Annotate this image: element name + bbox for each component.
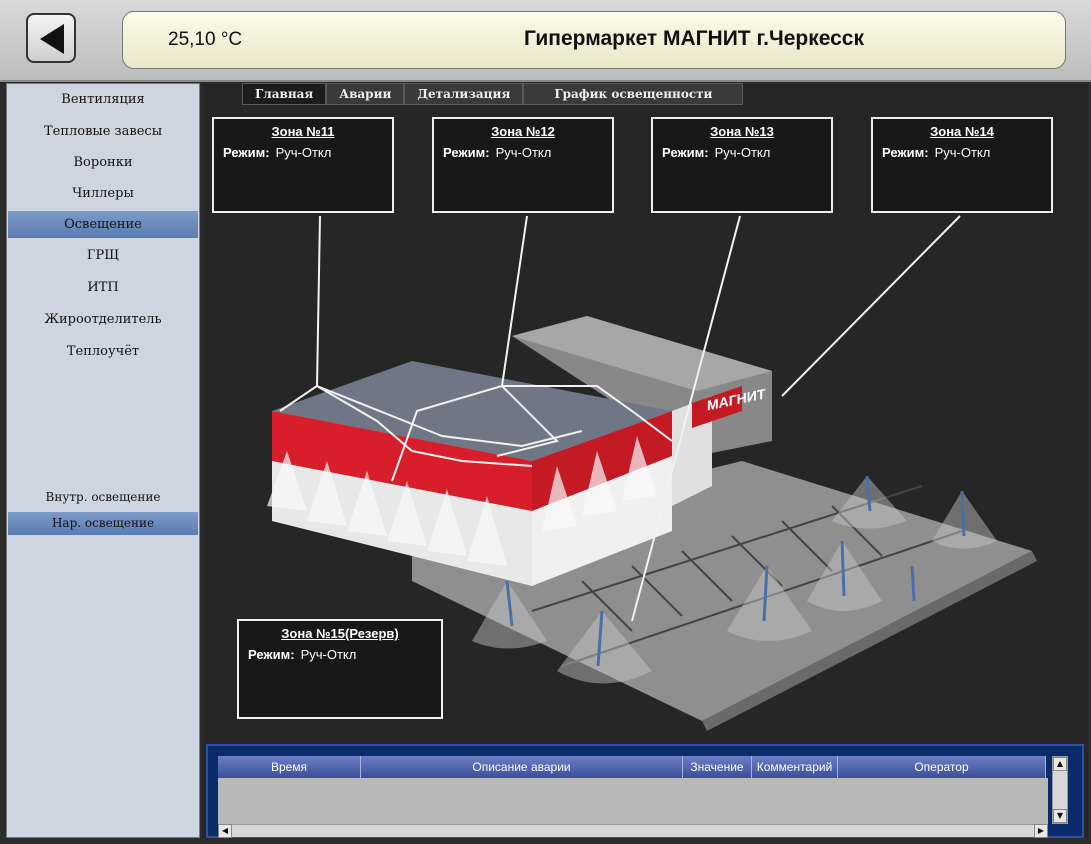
lighting-scene: МАГНИТ Зона №11 Режим: Руч-Откл Зона №12…: [202, 111, 1088, 741]
header: 25,10 °C Гипермаркет МАГНИТ г.Черкесск: [0, 0, 1091, 82]
sidebar: Вентиляция Тепловые завесы Воронки Чилле…: [6, 83, 200, 838]
mode-value: Руч-Откл: [300, 647, 357, 662]
tab-alarms[interactable]: Аварии: [326, 83, 405, 105]
alarm-table-body[interactable]: [218, 778, 1048, 824]
scroll-down-arrow-icon[interactable]: ▼: [1053, 809, 1067, 823]
column-time[interactable]: Время: [218, 756, 361, 778]
sidebar-sub-indoor-lighting[interactable]: Внутр. освещение: [8, 486, 198, 509]
mode-label: Режим:: [443, 145, 490, 160]
alarm-table-header: Время Описание аварии Значение Комментар…: [218, 756, 1046, 778]
horizontal-scrollbar[interactable]: ◀ ▶: [218, 824, 1048, 838]
zone-12-panel[interactable]: Зона №12 Режим: Руч-Откл: [432, 117, 614, 213]
mode-value: Руч-Откл: [275, 145, 332, 160]
mode-value: Руч-Откл: [714, 145, 771, 160]
mode-label: Режим:: [223, 145, 270, 160]
tab-details[interactable]: Детализация: [404, 83, 524, 105]
sidebar-item-lighting[interactable]: Освещение: [8, 211, 198, 238]
sidebar-item-ventilation[interactable]: Вентиляция: [8, 86, 198, 113]
sidebar-item-chillers[interactable]: Чиллеры: [8, 180, 198, 207]
zone-11-panel[interactable]: Зона №11 Режим: Руч-Откл: [212, 117, 394, 213]
zone-title: Зона №15(Резерв): [281, 626, 399, 641]
vertical-scrollbar[interactable]: ▲ ▼: [1052, 756, 1068, 824]
zone-mode: Режим: Руч-Откл: [248, 647, 441, 662]
column-operator[interactable]: Оператор: [838, 756, 1046, 778]
tab-bar: Главная Аварии Детализация График освеще…: [242, 83, 744, 105]
sidebar-item-heat-metering[interactable]: Теплоучёт: [8, 338, 198, 365]
tab-illumination-chart[interactable]: График освещенности: [523, 83, 744, 105]
alarm-table: Время Описание аварии Значение Комментар…: [206, 744, 1084, 838]
zone-13-panel[interactable]: Зона №13 Режим: Руч-Откл: [651, 117, 833, 213]
mode-value: Руч-Откл: [495, 145, 552, 160]
mode-value: Руч-Откл: [934, 145, 991, 160]
zone-14-panel[interactable]: Зона №14 Режим: Руч-Откл: [871, 117, 1053, 213]
temperature-readout: 25,10 °C: [168, 29, 243, 50]
column-alarm-description[interactable]: Описание аварии: [361, 756, 683, 778]
mode-label: Режим:: [248, 647, 295, 662]
scroll-right-arrow-icon[interactable]: ▶: [1034, 824, 1048, 838]
zone-title: Зона №14: [930, 124, 994, 139]
back-button[interactable]: [26, 13, 76, 63]
tab-main[interactable]: Главная: [242, 83, 327, 105]
zone-mode: Режим: Руч-Откл: [443, 145, 612, 160]
zone-mode: Режим: Руч-Откл: [882, 145, 1051, 160]
mode-label: Режим:: [882, 145, 929, 160]
zone-title: Зона №11: [271, 124, 335, 139]
sidebar-sub-outdoor-lighting[interactable]: Нар. освещение: [8, 512, 198, 535]
sidebar-item-funnels[interactable]: Воронки: [8, 149, 198, 176]
column-comment[interactable]: Комментарий: [752, 756, 838, 778]
title-panel: 25,10 °C Гипермаркет МАГНИТ г.Черкесск: [122, 11, 1066, 69]
sidebar-item-grease-separator[interactable]: Жироотделитель: [8, 306, 198, 333]
sidebar-item-grsh[interactable]: ГРЩ: [8, 242, 198, 269]
page-title: Гипермаркет МАГНИТ г.Черкесск: [523, 27, 864, 50]
sidebar-item-air-curtains[interactable]: Тепловые завесы: [8, 118, 198, 145]
zone-mode: Режим: Руч-Откл: [223, 145, 392, 160]
zone-15-reserve-panel[interactable]: Зона №15(Резерв) Режим: Руч-Откл: [237, 619, 443, 719]
back-arrow-icon: [40, 24, 64, 54]
zone-title: Зона №13: [710, 124, 774, 139]
scroll-left-arrow-icon[interactable]: ◀: [218, 824, 232, 838]
sidebar-item-itp[interactable]: ИТП: [8, 274, 198, 301]
scada-window: 25,10 °C Гипермаркет МАГНИТ г.Черкесск В…: [0, 0, 1091, 844]
zone-mode: Режим: Руч-Откл: [662, 145, 831, 160]
scroll-up-arrow-icon[interactable]: ▲: [1053, 757, 1067, 771]
main-panel: Главная Аварии Детализация График освеще…: [202, 83, 1088, 838]
zone-title: Зона №12: [491, 124, 555, 139]
mode-label: Режим:: [662, 145, 709, 160]
column-value[interactable]: Значение: [683, 756, 752, 778]
